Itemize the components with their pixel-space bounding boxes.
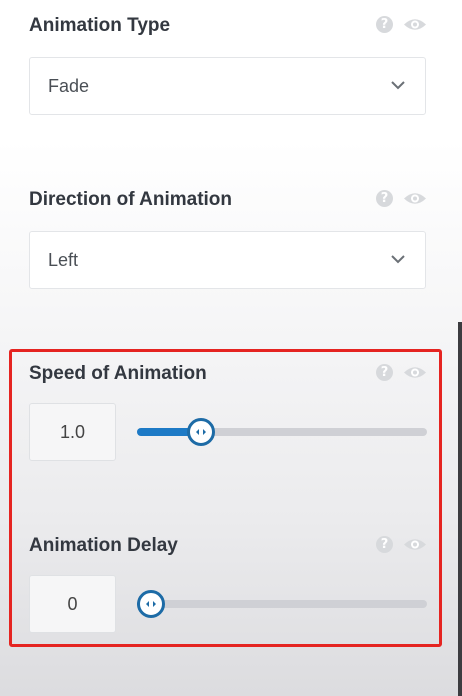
animation-type-icons: ?: [376, 16, 427, 33]
direction-select[interactable]: Left: [29, 231, 426, 289]
animation-type-label: Animation Type: [29, 15, 171, 36]
chevron-down-icon: [391, 255, 405, 264]
animation-type-setting: Animation Type ? Fade: [29, 12, 427, 122]
direction-label: Direction of Animation: [29, 189, 233, 210]
highlight-box: [9, 349, 442, 647]
direction-icons: ?: [376, 190, 427, 207]
direction-value: Left: [48, 250, 79, 270]
direction-setting: Direction of Animation ? Left: [29, 186, 427, 296]
eye-icon[interactable]: [403, 16, 427, 33]
scrollbar[interactable]: [458, 322, 462, 696]
help-icon[interactable]: ?: [376, 190, 393, 207]
help-icon[interactable]: ?: [376, 16, 393, 33]
animation-type-value: Fade: [48, 76, 90, 96]
eye-icon[interactable]: [403, 190, 427, 207]
chevron-down-icon: [391, 81, 405, 90]
animation-type-select[interactable]: Fade: [29, 57, 426, 115]
